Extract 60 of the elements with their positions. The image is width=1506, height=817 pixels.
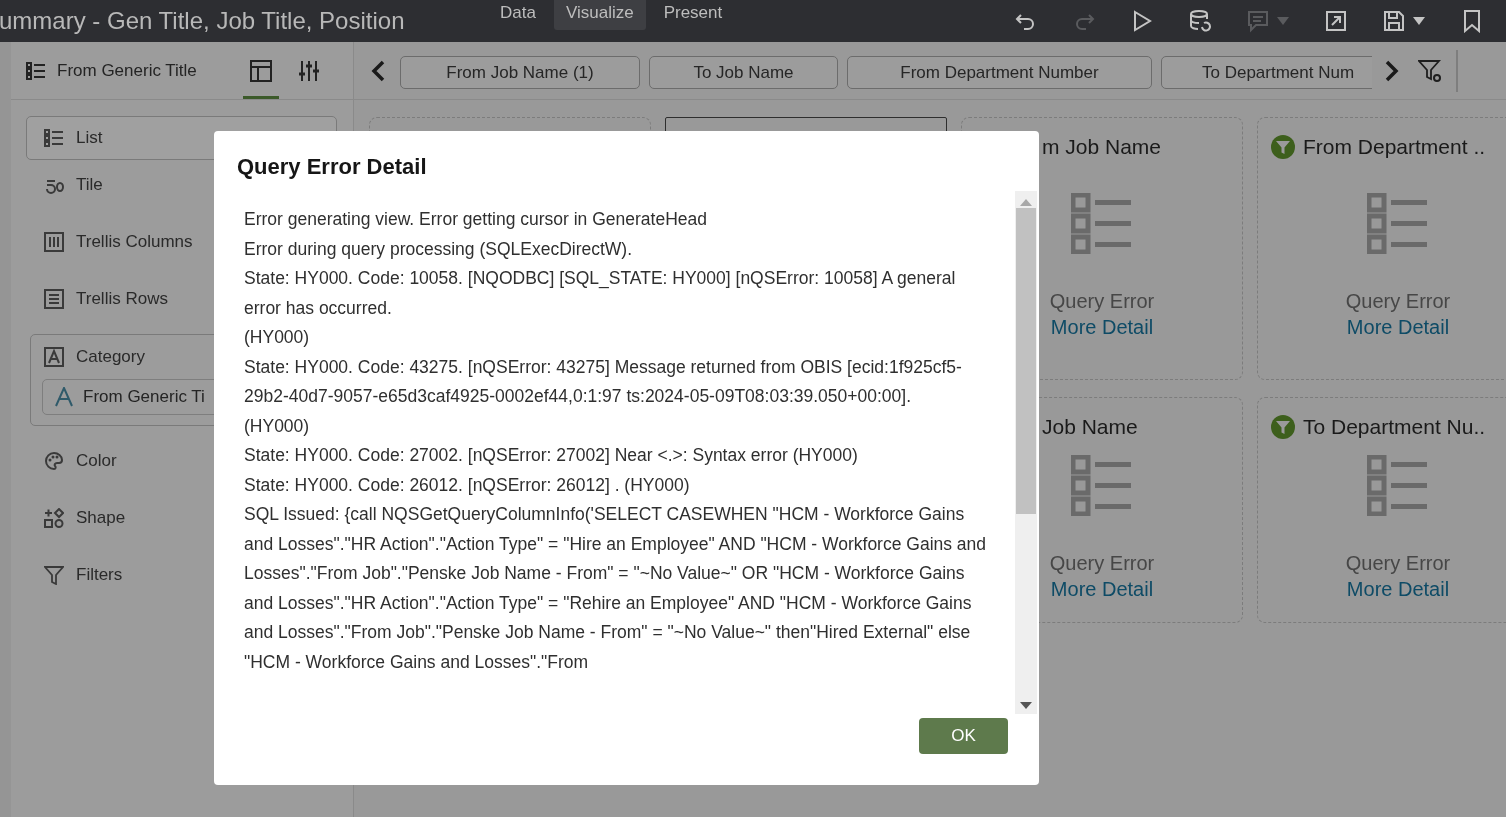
error-text: (HY000) [244, 326, 311, 349]
letter-a-icon [44, 347, 64, 367]
filter-chip[interactable]: From Department Number [847, 56, 1152, 89]
tile-title: Job Name [1042, 415, 1138, 439]
error-text: (HY000) [244, 414, 311, 438]
filter-icon [44, 565, 64, 585]
viz-tile[interactable]: To Department Nu.. Query Error More Detail [1257, 397, 1506, 623]
tile-title: m Job Name [1042, 135, 1162, 159]
list-icon [44, 128, 64, 148]
error-text: Error generating view. Error getting cursor in GenerateHead [244, 208, 708, 231]
error-message: Query Error [1049, 551, 1155, 575]
attribute-icon [55, 387, 73, 407]
panel-title: From Generic Title [57, 60, 198, 81]
list-placeholder-icon [1367, 454, 1429, 516]
scrollbar[interactable] [1015, 191, 1037, 714]
error-text: Error during query processing (SQLExecDirectW). [244, 237, 634, 261]
more-detail-link[interactable]: More Detail [1050, 316, 1154, 339]
window-title: ummary - Gen Title, Job Title, Position [0, 7, 406, 35]
sliders-icon [297, 58, 321, 83]
export-icon-button[interactable] [1324, 9, 1348, 33]
database-refresh-icon [1188, 9, 1212, 33]
list-icon [26, 60, 46, 81]
error-text: State: HY000. Code: 10058. [NQODBC] [SQL_STATE: HY000] [nQSError: 10058] A general error has occurred. [244, 267, 957, 320]
list-placeholder-icon [1071, 193, 1133, 254]
scroll-down-icon[interactable] [1020, 702, 1032, 710]
mode-tab[interactable]: Data [488, 0, 548, 30]
save-icon-button[interactable] [1382, 9, 1426, 33]
shapes-icon [44, 508, 64, 528]
mode-tab[interactable]: Visualize [553, 0, 646, 30]
error-message: Query Error [1345, 290, 1451, 313]
columns-icon [44, 232, 64, 252]
ok-button[interactable]: OK [919, 718, 1008, 754]
error-text: State: HY000. Code: 26012. [nQSError: 26012] . (HY000) [244, 473, 691, 497]
rows-icon [44, 289, 64, 309]
more-detail-link[interactable]: More Detail [1050, 577, 1154, 601]
list-placeholder-icon [1071, 454, 1133, 516]
viz-tile[interactable]: From Department .. Query Error More Detail [1257, 117, 1506, 380]
caret-icon [1412, 16, 1426, 26]
error-message: Query Error [1345, 551, 1451, 575]
save-icon [1382, 9, 1406, 33]
mode-tab[interactable]: Present [651, 0, 735, 30]
caret-icon [1276, 16, 1290, 26]
list-placeholder-icon [1367, 193, 1429, 254]
error-text: State: HY000. Code: 27002. [nQSError: 27002] Near <.>: Syntax error (HY000) [244, 444, 859, 467]
chevron-right-icon [1384, 59, 1400, 82]
filter-chip[interactable]: To Department Num [1161, 56, 1372, 89]
more-detail-link[interactable]: More Detail [1346, 316, 1450, 339]
palette-icon [44, 451, 64, 471]
export-icon [1324, 9, 1348, 33]
layout-icon [249, 58, 273, 83]
filter-chip[interactable]: From Job Name (1) [400, 56, 640, 89]
more-detail-link[interactable]: More Detail [1346, 577, 1450, 601]
comment-icon [1246, 9, 1270, 33]
tile-title: From Department .. [1303, 135, 1486, 159]
chevron-left-icon [370, 59, 386, 82]
error-message: Query Error [1049, 290, 1155, 313]
filter-settings-icon [1418, 58, 1442, 83]
tile-title: To Department Nu.. [1303, 415, 1486, 439]
filter-chip[interactable]: To Job Name [649, 56, 838, 89]
database-refresh-icon-button[interactable] [1188, 9, 1212, 33]
